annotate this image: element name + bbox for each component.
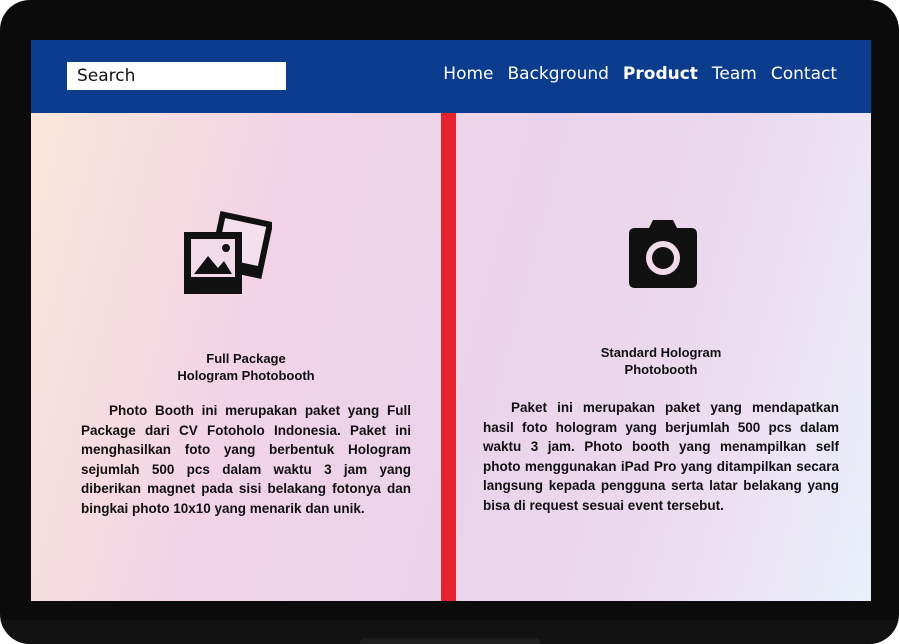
photos-icon xyxy=(182,210,274,303)
product-title: Full Package Hologram Photobooth xyxy=(177,351,315,383)
laptop-frame: Search Home Background Product Team Cont… xyxy=(0,0,899,644)
nav-links: Home Background Product Team Contact xyxy=(443,64,837,84)
column-divider xyxy=(441,113,456,601)
product-title: Standard Hologram Photobooth xyxy=(600,345,722,377)
nav-background-link[interactable]: Background xyxy=(508,64,609,84)
navbar: Search Home Background Product Team Cont… xyxy=(31,40,871,113)
nav-home-link[interactable]: Home xyxy=(443,64,493,84)
camera-icon xyxy=(627,220,699,295)
product-description: Paket ini merupakan paket yang mendapatk… xyxy=(483,400,839,513)
product-description: Photo Booth ini merupakan paket yang Ful… xyxy=(81,403,411,516)
nav-contact-link[interactable]: Contact xyxy=(771,64,837,84)
website-screen: Search Home Background Product Team Cont… xyxy=(31,40,871,601)
laptop-notch xyxy=(360,638,540,644)
nav-team-link[interactable]: Team xyxy=(712,64,757,84)
laptop-base xyxy=(0,620,899,644)
search-input[interactable]: Search xyxy=(67,62,286,90)
nav-product-link[interactable]: Product xyxy=(623,64,698,84)
